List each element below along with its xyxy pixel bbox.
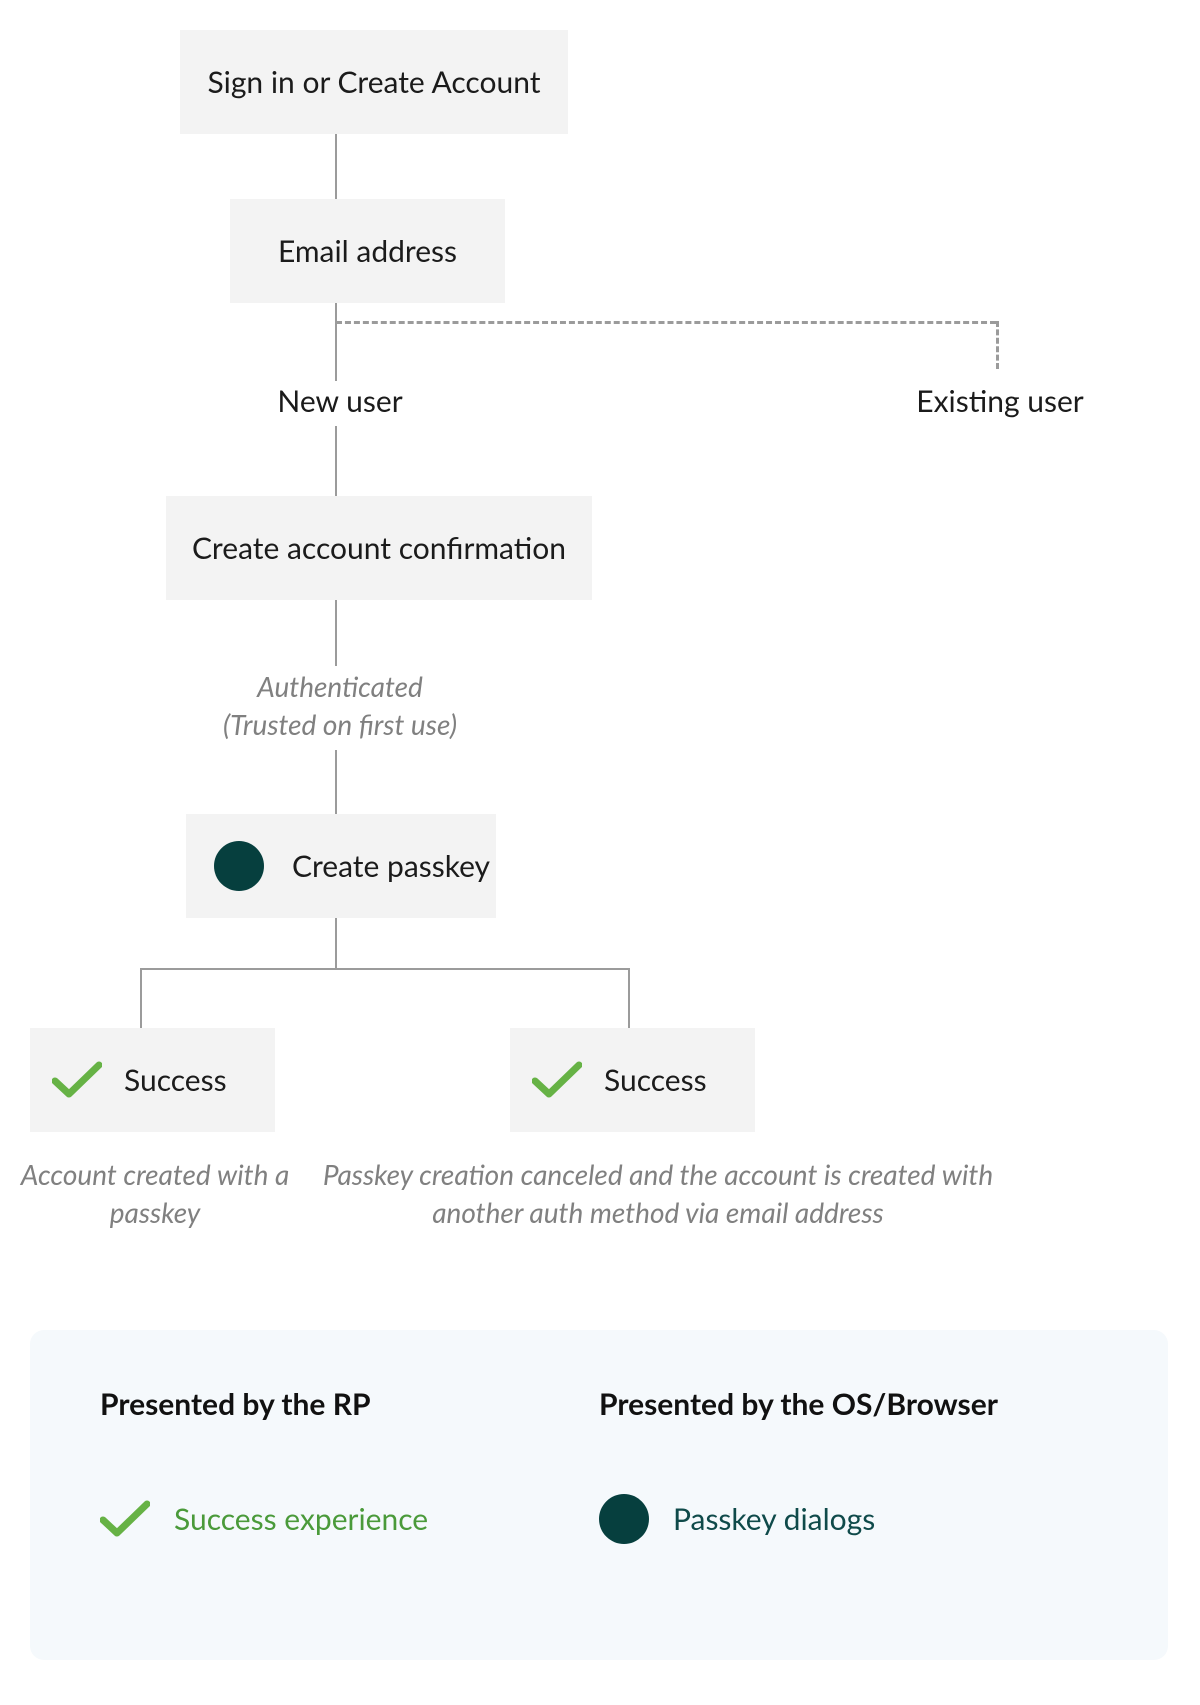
connector — [335, 303, 337, 381]
passkey-dot-icon — [214, 841, 264, 891]
legend-item-passkey: Passkey dialogs — [599, 1494, 1098, 1544]
node-email-address: Email address — [230, 199, 505, 303]
node-success-left: Success — [30, 1028, 275, 1132]
node-label: Create account confirmation — [192, 530, 566, 566]
caption-line2: (Trusted on first use) — [223, 707, 457, 741]
connector — [628, 968, 630, 1028]
passkey-dot-icon — [599, 1494, 649, 1544]
node-create-passkey: Create passkey — [186, 814, 496, 918]
caption-success-left: Account created with a passkey — [10, 1156, 300, 1232]
label-existing-user: Existing user — [900, 381, 1100, 421]
node-create-account-confirmation: Create account confirmation — [166, 496, 592, 600]
label-text: Existing user — [916, 383, 1083, 419]
caption-success-right: Passkey creation canceled and the accoun… — [318, 1156, 998, 1232]
success-check-icon — [532, 1061, 582, 1099]
label-text: New user — [277, 383, 402, 419]
success-check-icon — [100, 1500, 150, 1538]
connector — [140, 968, 630, 970]
label-new-user: New user — [260, 381, 420, 421]
caption-line1: Authenticated — [257, 669, 423, 703]
connector — [335, 750, 337, 814]
node-sign-in-or-create: Sign in or Create Account — [180, 30, 568, 134]
node-label: Email address — [278, 233, 457, 269]
connector — [335, 426, 337, 496]
caption-text: Passkey creation canceled and the accoun… — [323, 1157, 993, 1229]
connector-dashed — [336, 321, 996, 324]
legend-item-label: Success experience — [174, 1501, 428, 1537]
node-label: Create passkey — [292, 848, 490, 884]
legend-item-label: Passkey dialogs — [673, 1501, 875, 1537]
legend: Presented by the RP Presented by the OS/… — [30, 1330, 1168, 1660]
node-label: Success — [124, 1062, 227, 1098]
node-label: Sign in or Create Account — [207, 64, 540, 100]
legend-headings: Presented by the RP Presented by the OS/… — [100, 1386, 1098, 1422]
connector-dashed — [996, 321, 999, 369]
diagram-canvas: Sign in or Create Account Email address … — [0, 0, 1200, 1705]
node-label: Success — [604, 1062, 707, 1098]
caption-authenticated: Authenticated (Trusted on first use) — [180, 668, 500, 744]
connector — [335, 600, 337, 666]
connector — [335, 918, 337, 968]
node-success-right: Success — [510, 1028, 755, 1132]
legend-item-success: Success experience — [100, 1494, 599, 1544]
legend-items: Success experience Passkey dialogs — [100, 1494, 1098, 1544]
connector — [335, 134, 337, 199]
legend-heading-rp: Presented by the RP — [100, 1386, 599, 1422]
success-check-icon — [52, 1061, 102, 1099]
legend-heading-os: Presented by the OS/Browser — [599, 1386, 1098, 1422]
caption-text: Account created with a passkey — [21, 1157, 290, 1229]
connector — [140, 968, 142, 1028]
